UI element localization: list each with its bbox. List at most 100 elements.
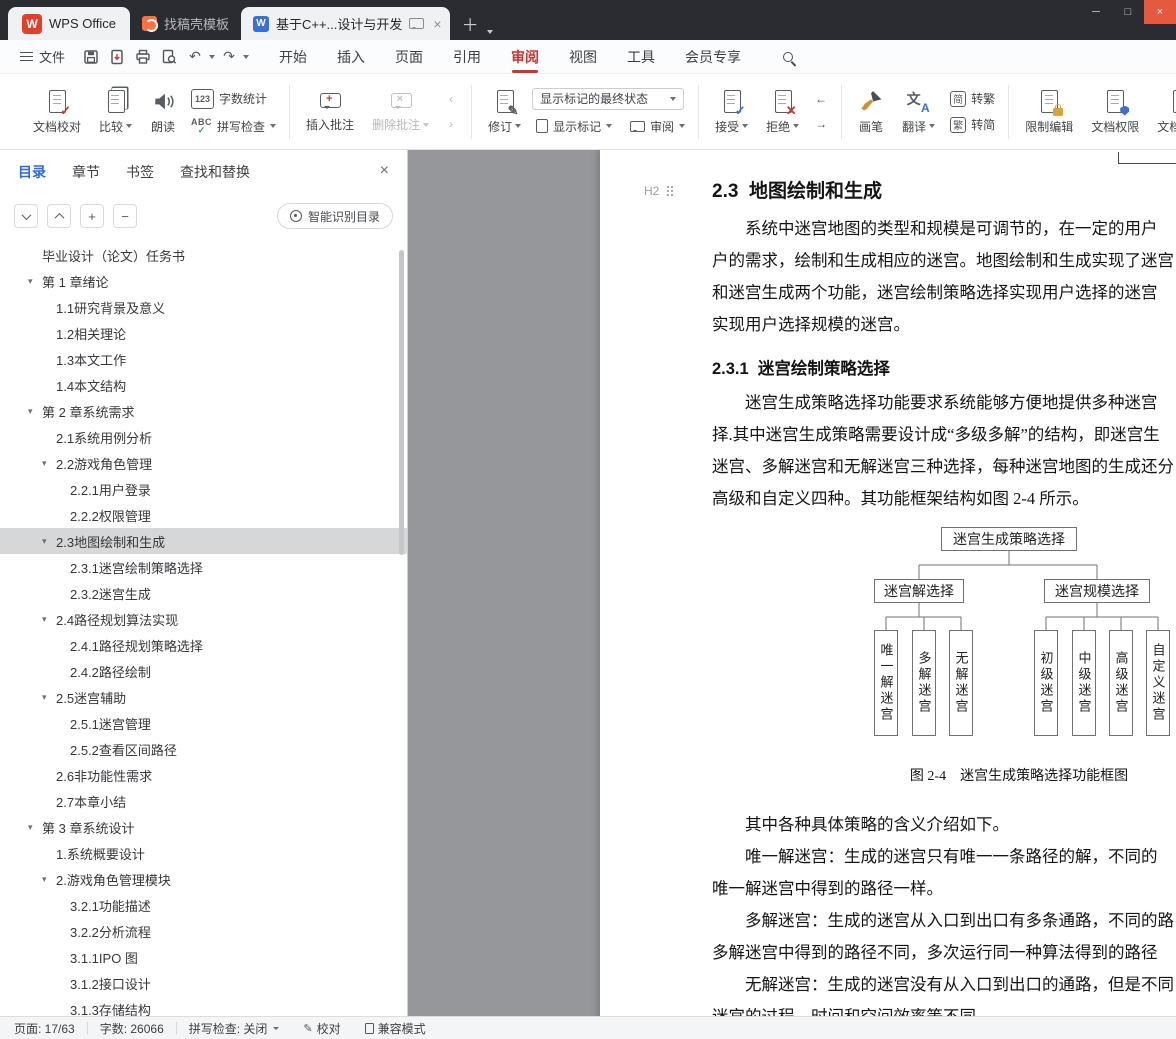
expand-triangle-icon[interactable]: ▾ [28,406,38,417]
next-comment-button[interactable]: › [440,115,462,133]
toc-item[interactable]: ▾ 2.7本章小结 [0,788,407,814]
toc-item[interactable]: ▾ 2.2游戏角色管理 [0,450,407,476]
read-aloud-button[interactable]: 朗读 [143,84,183,140]
proofread-button[interactable]: ✓ 文档校对 [26,84,88,140]
toc-item[interactable]: ▾ 2.3.2迷宫生成 [0,580,407,606]
toc-item[interactable]: ▾ 2.5.2查看区间路径 [0,736,407,762]
menu-tab[interactable]: 插入 [337,40,365,73]
heading-level-marker[interactable]: H2 [644,184,675,198]
to-traditional-button[interactable]: 简 转繁 [946,89,999,108]
tab-docer-template[interactable]: 找稿壳模板 [130,7,241,40]
drag-handle-icon[interactable] [666,185,675,197]
pane-tab[interactable]: 查找和替换 [180,162,250,182]
menu-tab[interactable]: 审阅 [511,40,539,73]
next-change-button[interactable]: → [810,115,832,133]
tab-list-chevron-icon[interactable] [486,30,493,34]
track-changes-button[interactable]: ✎ 修订 [481,84,528,140]
redo-icon[interactable]: ↷ [217,46,241,68]
to-simplified-button[interactable]: 繁 转简 [946,115,999,134]
delete-comment-button[interactable]: × 删除批注 [365,85,436,138]
document-permission-button[interactable]: 文档权限 [1084,84,1146,140]
menu-tab[interactable]: 会员专享 [685,40,741,73]
toc-item[interactable]: ▾ 2.3地图绘制和生成 [0,528,407,554]
reject-change-button[interactable]: ✕ 拒绝 [759,84,806,140]
new-tab-button[interactable]: ＋ [450,11,487,40]
toc-item[interactable]: ▾ 2.1系统用例分析 [0,424,407,450]
file-menu-button[interactable]: 文件 [12,47,73,66]
menu-tab[interactable]: 开始 [279,40,307,73]
collapse-level-button[interactable]: − [113,204,137,228]
undo-icon[interactable]: ↶ [183,46,207,68]
toc-item[interactable]: ▾ 2.4.2路径绘制 [0,658,407,684]
close-pane-icon[interactable]: × [380,162,389,180]
expand-triangle-icon[interactable]: ▾ [42,614,52,625]
insert-comment-button[interactable]: + 插入批注 [299,85,361,138]
comment-indicator-icon[interactable] [409,17,425,30]
compare-button[interactable]: 比较 [92,84,139,140]
wps-home-tab[interactable]: W WPS Office [8,7,130,40]
menu-tab[interactable]: 页面 [395,40,423,73]
translate-button[interactable]: 文A 翻译 [895,84,942,140]
restrict-editing-button[interactable]: 限制编辑 [1018,84,1080,140]
save-icon[interactable] [79,46,103,68]
toc-item[interactable]: ▾ 2.6非功能性需求 [0,762,407,788]
proofread-status-button[interactable]: ✎ 校对 [291,1020,352,1037]
expand-all-button[interactable] [14,204,38,228]
close-tab-icon[interactable]: × [433,16,441,32]
minimize-button[interactable]: ─ [1080,0,1112,24]
previous-change-button[interactable]: ← [810,90,832,108]
close-window-button[interactable]: × [1144,0,1176,24]
print-icon[interactable] [131,46,155,68]
spell-check-button[interactable]: ABC ✓ 拼写检查 [187,117,280,136]
pen-button[interactable]: 画笔 [851,84,891,140]
expand-triangle-icon[interactable]: ▾ [42,692,52,703]
menu-tab[interactable]: 视图 [569,40,597,73]
toc-item[interactable]: ▾ 3.1.3存储结构 [0,996,407,1017]
toc-item[interactable]: ▾ 3.2.1功能描述 [0,892,407,918]
toc-item[interactable]: ▾ 2.4.1路径规划策略选择 [0,632,407,658]
toc-item[interactable]: ▾ 1.3本文工作 [0,346,407,372]
collapse-all-button[interactable] [47,204,71,228]
accept-change-button[interactable]: ✓ 接受 [708,84,755,140]
expand-triangle-icon[interactable]: ▾ [42,458,52,469]
menu-tab[interactable]: 引用 [453,40,481,73]
maximize-button[interactable]: □ [1112,0,1144,24]
toc-item[interactable]: ▾ 2.2.1用户登录 [0,476,407,502]
expand-triangle-icon[interactable]: ▾ [42,536,52,547]
toc-item[interactable]: ▾ 1.系统概要设计 [0,840,407,866]
expand-triangle-icon[interactable]: ▾ [42,874,52,885]
pane-tab[interactable]: 目录 [18,162,46,182]
smart-toc-button[interactable]: 智能识别目录 [276,203,393,229]
toc-item[interactable]: ▾ 第 1 章绪论 [0,268,407,294]
undo-dropdown-icon[interactable] [209,54,216,59]
toc-item[interactable]: ▾ 2.2.2权限管理 [0,502,407,528]
toc-item[interactable]: ▾ 2.3.1迷宫绘制策略选择 [0,554,407,580]
show-markup-button[interactable]: 显示标记 [532,117,616,136]
document-page[interactable]: H2 2.3 地图绘制和生成 系统中迷宫地图的类型和规模是可调节的，在一定的用户… [600,150,1176,1016]
compatibility-mode-badge[interactable]: 兼容模式 [353,1020,438,1037]
pane-tab[interactable]: 书签 [126,162,154,182]
review-pane-button[interactable]: 审阅 [626,117,689,136]
toc-item[interactable]: ▾ 3.1.1IPO 图 [0,944,407,970]
toc-item[interactable]: ▾ 毕业设计（论文）任务书 [0,242,407,268]
expand-triangle-icon[interactable]: ▾ [28,276,38,287]
previous-comment-button[interactable]: ‹ [440,90,462,108]
word-count-status[interactable]: 字数: 26066 [88,1020,176,1037]
sidebar-scrollbar[interactable] [399,250,404,555]
toc-item[interactable]: ▾ 2.游戏角色管理模块 [0,866,407,892]
expand-triangle-icon[interactable]: ▾ [28,822,38,833]
word-count-button[interactable]: 123 字数统计 [187,88,280,110]
document-finalize-button[interactable]: ✓ 文档定稿 [1150,84,1176,140]
expand-level-button[interactable]: + [80,204,104,228]
toc-item[interactable]: ▾ 1.2相关理论 [0,320,407,346]
toc-item[interactable]: ▾ 2.5.1迷宫管理 [0,710,407,736]
export-pdf-icon[interactable] [105,46,129,68]
redo-dropdown-icon[interactable] [243,54,250,59]
toc-item[interactable]: ▾ 第 3 章系统设计 [0,814,407,840]
toc-item[interactable]: ▾ 3.1.2接口设计 [0,970,407,996]
page-indicator[interactable]: 页面: 17/63 [14,1020,87,1037]
toc-item[interactable]: ▾ 第 2 章系统需求 [0,398,407,424]
markup-state-select[interactable]: 显示标记的最终状态 [532,87,685,110]
toc-item[interactable]: ▾ 1.4本文结构 [0,372,407,398]
toc-item[interactable]: ▾ 3.2.2分析流程 [0,918,407,944]
